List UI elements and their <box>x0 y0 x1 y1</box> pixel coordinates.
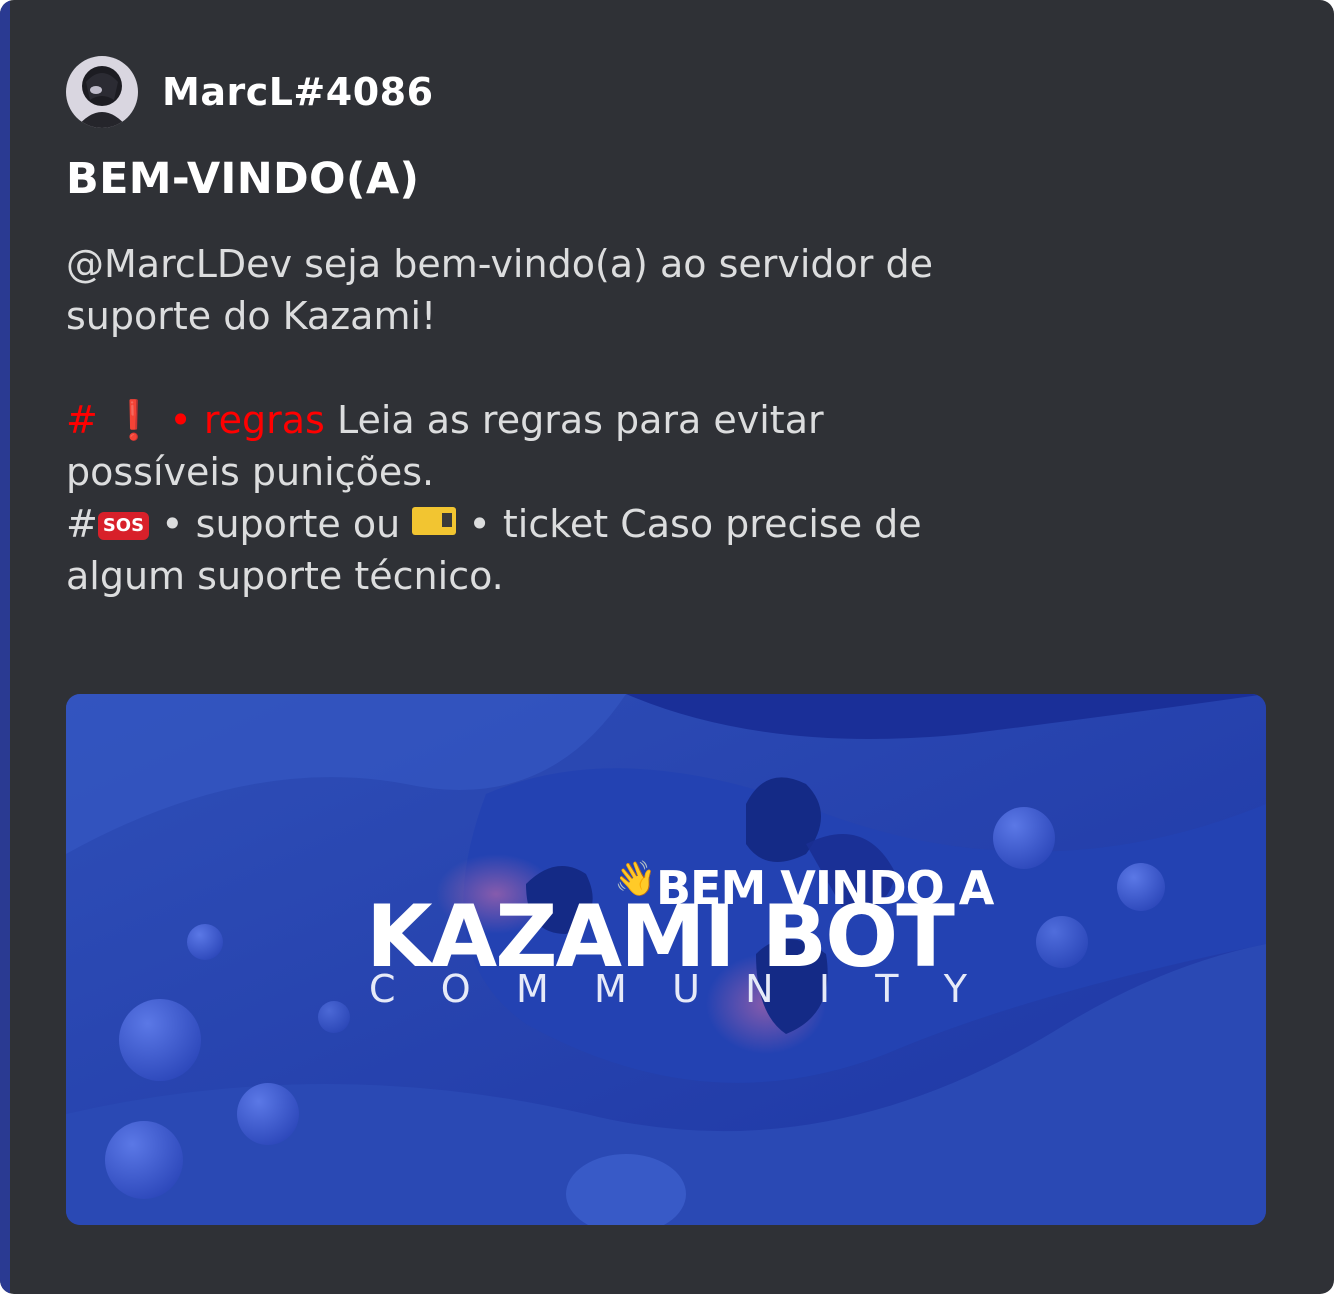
embed-image[interactable]: 👋 BEM VINDO A KAZAMI BOT C O M M U N I T… <box>66 694 1266 1225</box>
author-avatar[interactable] <box>66 56 138 128</box>
embed-title: BEM-VINDO(A) <box>66 154 420 204</box>
exclamation-icon: ❗ <box>109 398 158 442</box>
ticket-channel-mention[interactable]: • ticket <box>456 502 608 546</box>
ticket-icon <box>412 507 457 535</box>
embed-card: MarcL#4086 BEM-VINDO(A) @MarcLDev seja b… <box>0 0 1334 1294</box>
embed-description: @MarcLDev seja bem-vindo(a) ao servidor … <box>66 238 986 602</box>
intro-text: @MarcLDev seja bem-vindo(a) ao servidor … <box>66 242 933 338</box>
rules-channel-mention[interactable]: • regras <box>169 398 325 442</box>
sos-icon: SOS <box>97 512 150 540</box>
rules-line: # ❗ • regras Leia as regras para evitar … <box>66 394 986 498</box>
author-name[interactable]: MarcL#4086 <box>162 70 434 114</box>
support-channel-mention[interactable]: • suporte ou <box>149 502 412 546</box>
rules-hash[interactable]: # <box>66 398 98 442</box>
support-hash[interactable]: # <box>66 502 98 546</box>
support-line: # SOS • suporte ou • ticket Caso precise … <box>66 498 986 602</box>
embed-color-bar <box>0 0 10 1294</box>
embed-author: MarcL#4086 <box>66 56 434 128</box>
